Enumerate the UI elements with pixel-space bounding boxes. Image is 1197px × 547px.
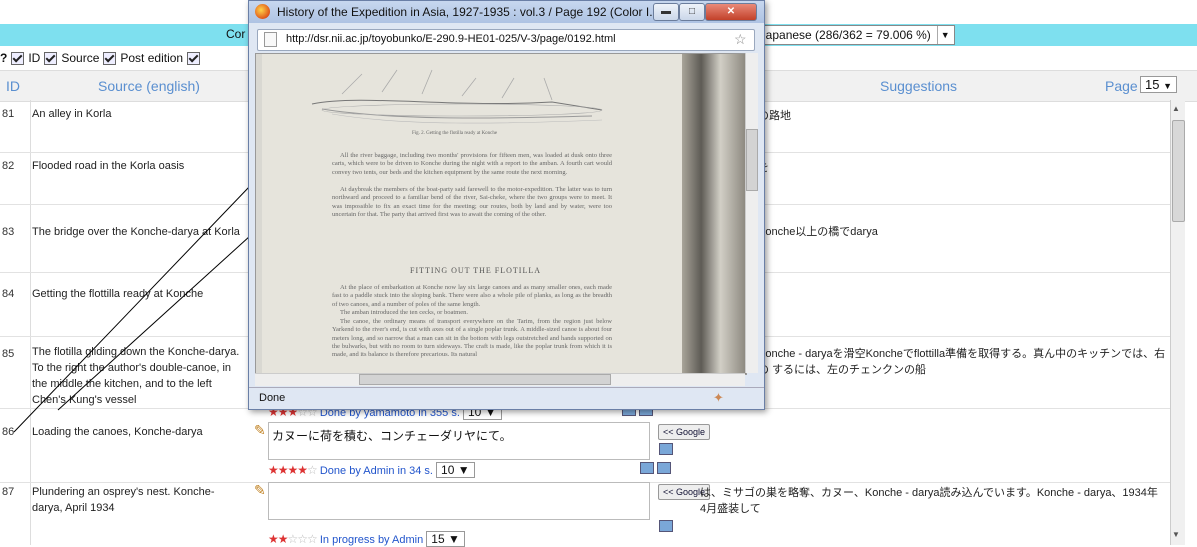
paragraph-1: All the river baggage, including two mon…	[332, 152, 612, 176]
page-paper: Fig. 2. Getting the flotilla ready at Ko…	[262, 54, 682, 374]
paragraph-3: At the place of embarkation at Konche no…	[332, 284, 612, 308]
firefox-icon	[255, 4, 270, 19]
maximize-button[interactable]: □	[679, 3, 705, 21]
popup-vertical-thumb[interactable]	[746, 129, 758, 191]
address-url[interactable]: http://dsr.nii.ac.jp/toyobunko/E-290.9-H…	[286, 33, 616, 45]
popup-title: History of the Expedition in Asia, 1927-…	[277, 5, 660, 19]
scanned-page: Fig. 2. Getting the flotilla ready at Ko…	[255, 53, 747, 375]
resize-grip-icon[interactable]: ✦	[713, 390, 724, 406]
paragraph-4: The amban introduced the ten cecks, or b…	[340, 309, 468, 316]
popup-vertical-scrollbar[interactable]	[745, 53, 758, 373]
minimize-button[interactable]: ▬	[653, 3, 679, 21]
address-bar[interactable]: http://dsr.nii.ac.jp/toyobunko/E-290.9-H…	[257, 29, 755, 51]
popup-statusbar: Done ✦	[249, 387, 764, 409]
close-button[interactable]: ✕	[705, 3, 757, 21]
popup-window[interactable]: History of the Expedition in Asia, 1927-…	[248, 0, 765, 410]
popup-status-text: Done	[259, 392, 286, 404]
popup-horizontal-thumb[interactable]	[359, 374, 611, 385]
book-spine	[682, 54, 746, 374]
bookmark-star-icon[interactable]: ☆	[734, 31, 747, 48]
figure-caption: Fig. 2. Getting the flotilla ready at Ko…	[412, 131, 498, 136]
section-heading: FITTING OUT THE FLOTILLA	[410, 266, 542, 275]
paragraph-2: At daybreak the members of the boat-part…	[332, 186, 612, 218]
page-icon	[264, 32, 277, 47]
paragraph-5: The canoe, the ordinary means of transpo…	[332, 318, 612, 359]
